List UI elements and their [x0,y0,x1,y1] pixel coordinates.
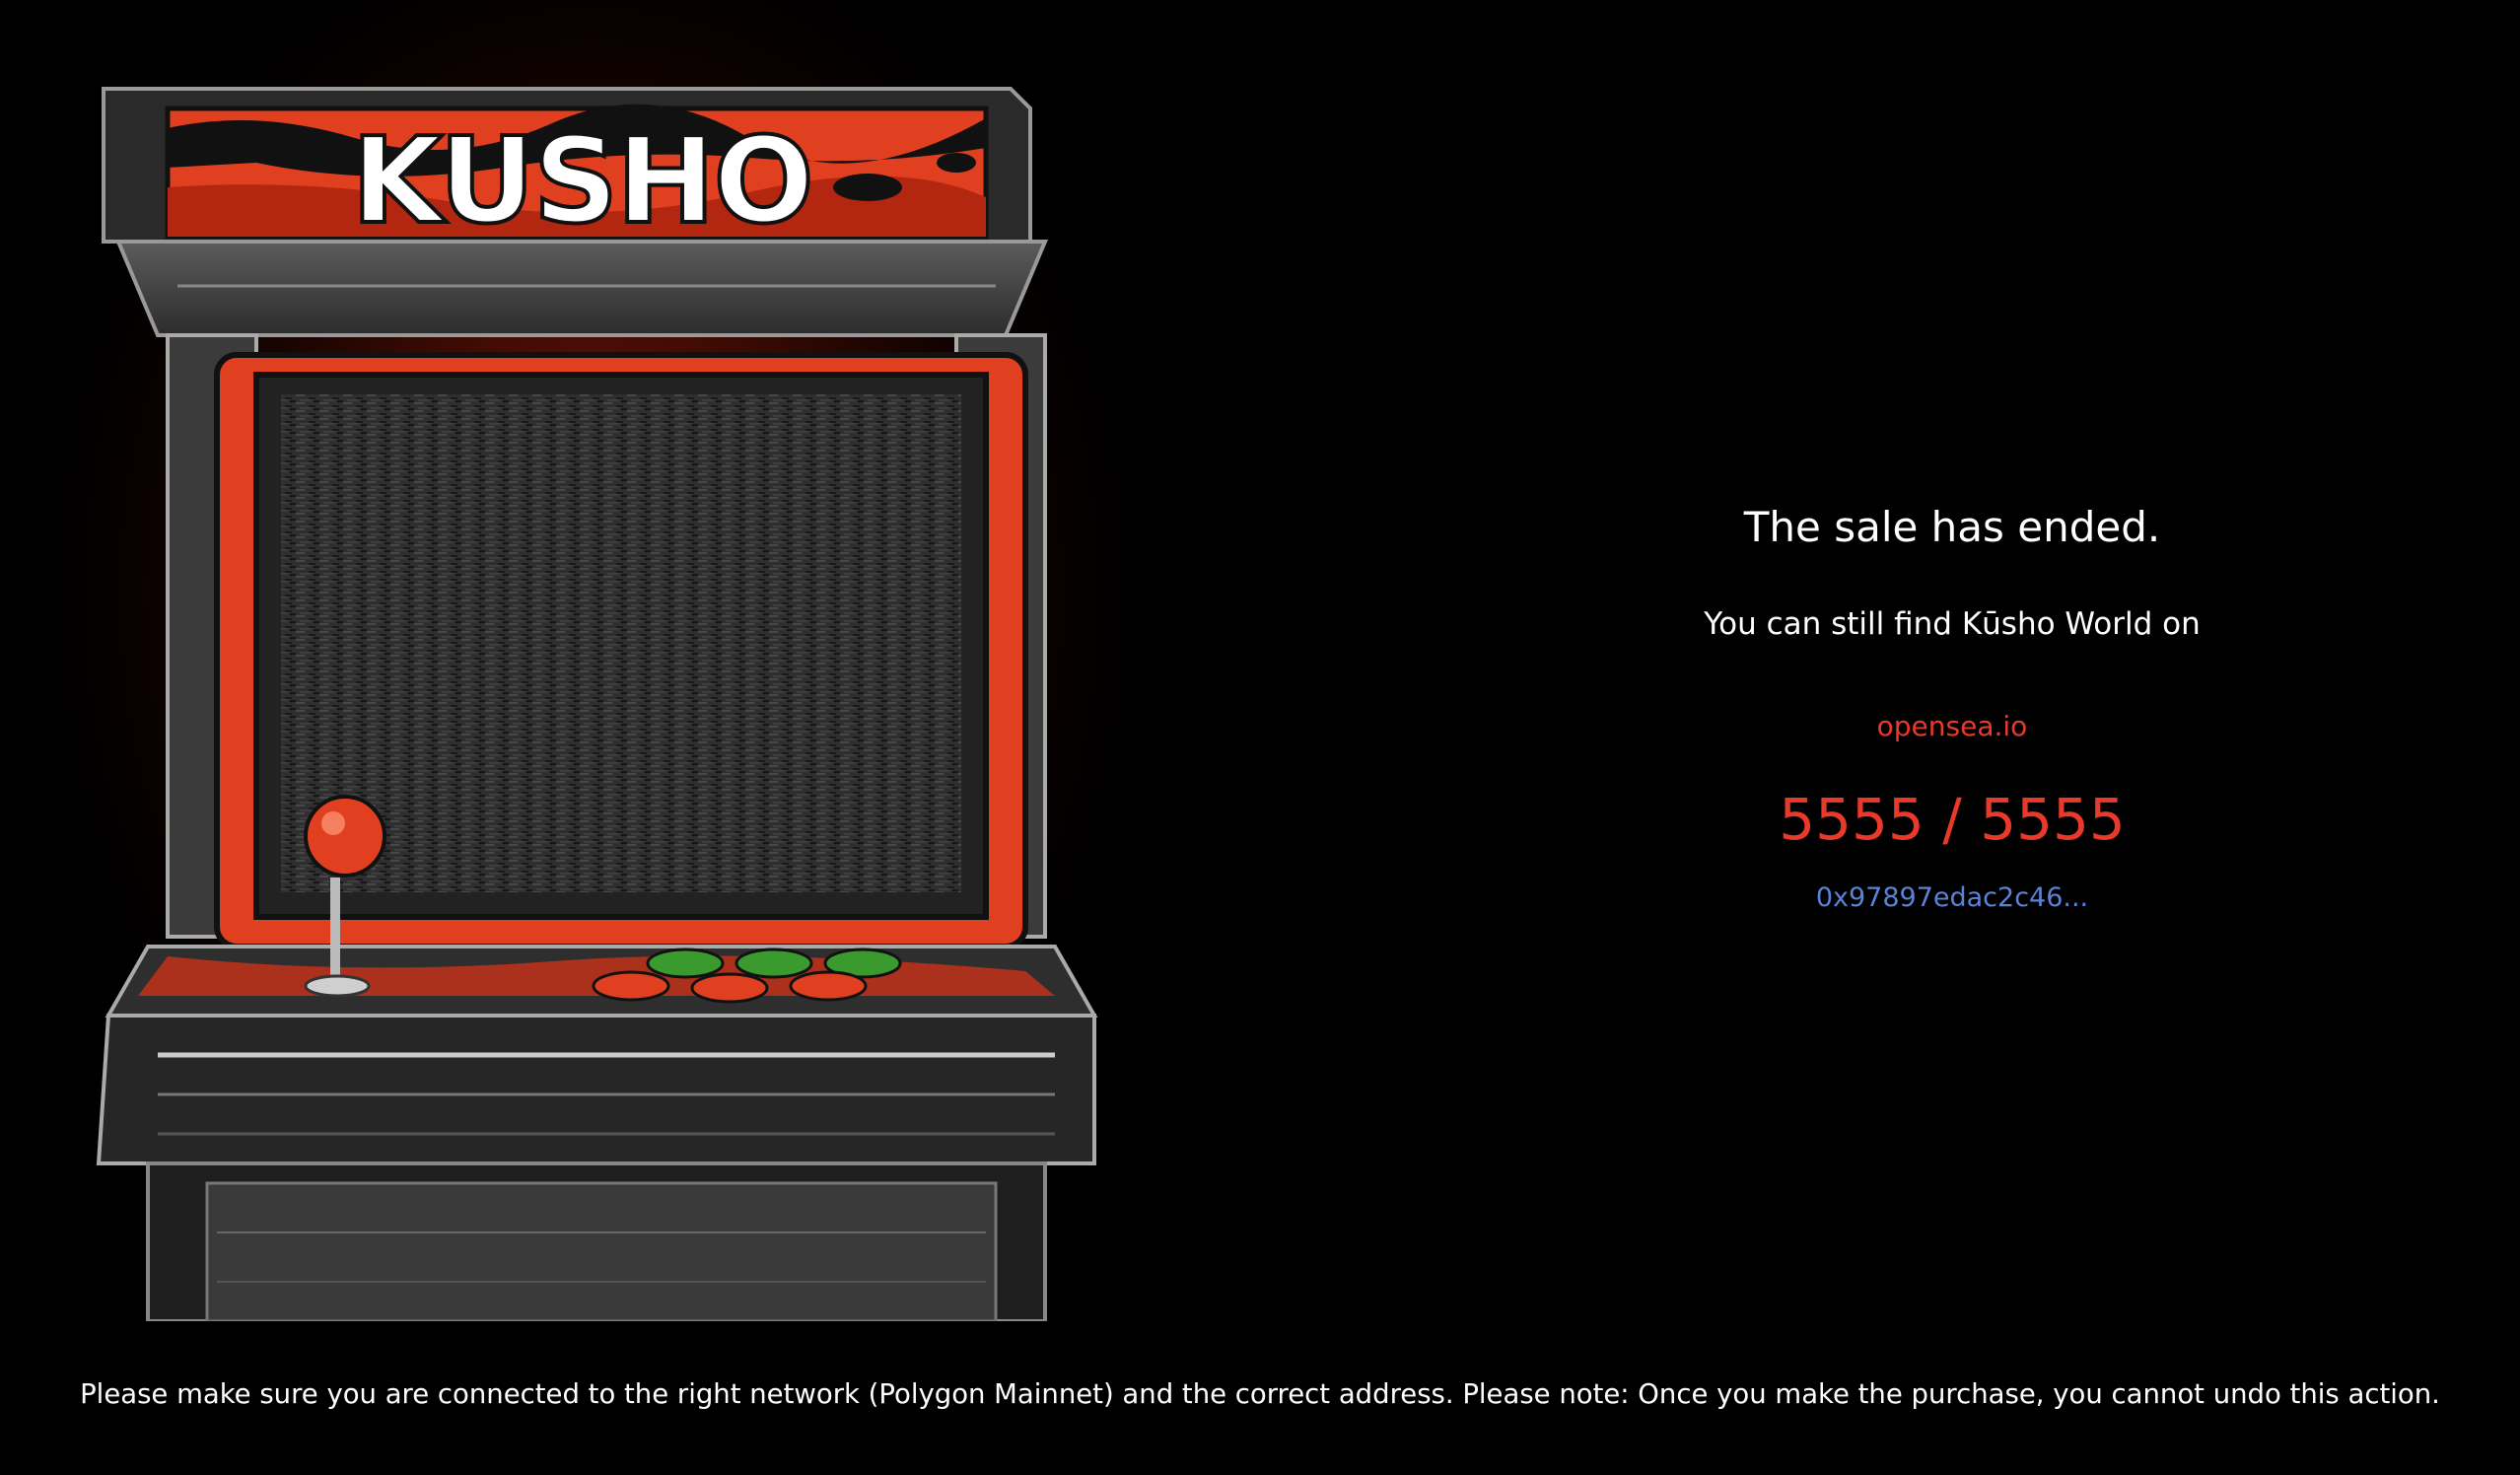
marquee: KUSHO [102,87,1032,252]
contract-address-link[interactable]: 0x97897edac2c46... [1816,877,2088,920]
opensea-link[interactable]: opensea.io [1877,705,2028,748]
minted-counter: 5555 / 5555 [1779,786,2126,853]
page: KUSHO The sale has ended. You can still … [0,0,2520,1475]
sale-ended-heading: The sale has ended. [1743,503,2161,551]
sale-status-panel: The sale has ended. You can still find K… [1558,493,2346,920]
kusho-logo: KUSHO [351,113,811,250]
network-notice: Please make sure you are connected to th… [80,1378,2440,1410]
marketplace-subtitle: You can still find Kūsho World on [1704,606,2201,642]
arcade-cabinet-illustration: KUSHO [59,0,1124,1321]
